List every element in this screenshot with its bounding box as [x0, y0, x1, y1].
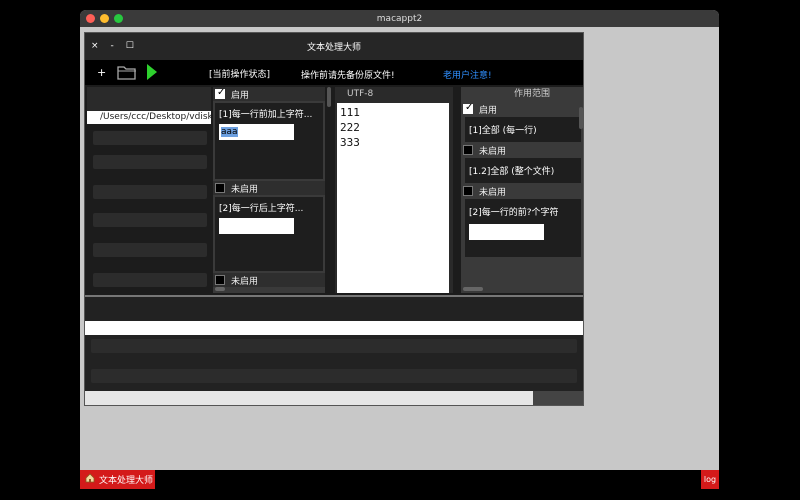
rule-1-input[interactable]: aaa	[219, 124, 294, 140]
list-item[interactable]	[93, 243, 207, 257]
traffic-lights	[86, 14, 123, 23]
minimize-window-icon[interactable]	[100, 14, 109, 23]
rule-1-state: 启用	[231, 90, 250, 101]
progress-fill	[85, 391, 534, 405]
mac-titlebar: macappt2	[80, 10, 719, 27]
rule-1-header: 启用	[213, 87, 325, 101]
rule-1-title: [1]每一行前加上字符...	[219, 110, 313, 120]
home-icon	[85, 473, 95, 486]
close-window-icon[interactable]	[86, 14, 95, 23]
scope-1-option[interactable]: [1]全部 (每一行)	[465, 117, 581, 142]
list-item[interactable]	[91, 339, 577, 353]
rule-2-title: [2]每一行后上字符...	[219, 204, 304, 214]
rules-horizontal-scrollbar[interactable]	[215, 287, 225, 291]
rule-1-input-value: aaa	[221, 127, 238, 137]
toolbar: + [当前操作状态] 操作前请先备份原文件! 老用户注意!	[85, 60, 583, 85]
rules-panel: 启用 [1]每一行前加上字符... aaa 未启用 [2]每一行后上字符... …	[213, 87, 325, 293]
preview-line: 111	[340, 106, 360, 119]
scope-3-header: 未启用	[461, 185, 583, 198]
app-maximize-button[interactable]: ☐	[126, 41, 134, 51]
preview-scrollbar[interactable]	[327, 87, 331, 107]
list-item[interactable]	[93, 185, 207, 199]
scope-2-checkbox[interactable]	[463, 145, 473, 155]
rule-1-box: [1]每一行前加上字符... aaa	[215, 103, 323, 179]
rule-1-checkbox[interactable]	[215, 87, 225, 99]
taskbar-app-label: 文本处理大师	[99, 476, 154, 486]
preview-panel: UTF-8 111 222 333	[327, 87, 453, 293]
scope-2-header: 未启用	[461, 144, 583, 157]
list-item[interactable]	[93, 155, 207, 169]
log-button[interactable]: log	[701, 470, 719, 489]
window-title: macappt2	[376, 13, 423, 24]
scope-3-state: 未启用	[479, 187, 507, 198]
scope-vertical-scrollbar[interactable]	[579, 107, 583, 129]
rule-3-checkbox[interactable]	[215, 275, 225, 285]
rule-2-state: 未启用	[231, 184, 259, 195]
encoding-label: UTF-8	[347, 89, 374, 99]
scope-2-state: 未启用	[479, 146, 507, 157]
scope-1-checkbox[interactable]	[463, 102, 473, 114]
backup-warning: 操作前请先备份原文件!	[301, 71, 395, 81]
taskbar: 文本处理大师 log	[80, 470, 719, 489]
add-file-button[interactable]: +	[97, 66, 106, 79]
rule-2-header: 未启用	[213, 181, 325, 195]
rule-3-state: 未启用	[231, 276, 259, 287]
mac-window: macappt2 × - ☐ 文本处理大师 + [当前操作状态] 操作前请先备份…	[80, 10, 719, 489]
scope-1-header: 启用	[461, 102, 583, 116]
list-item[interactable]	[93, 213, 207, 227]
scope-1-state: 启用	[479, 105, 498, 116]
operation-status: [当前操作状态]	[209, 70, 271, 80]
scope-3-checkbox[interactable]	[463, 186, 473, 196]
open-folder-icon[interactable]	[117, 64, 137, 83]
rule-2-input[interactable]	[219, 218, 294, 234]
file-list: /Users/ccc/Desktop/vdisk20	[87, 87, 211, 293]
rule-3-header: 未启用	[213, 273, 325, 287]
text-preview[interactable]: 111 222 333	[337, 103, 449, 293]
scope-3-box: [2]每一行的前?个字符	[465, 199, 581, 257]
file-list-header	[87, 87, 211, 111]
list-item[interactable]	[93, 131, 207, 145]
app-window: × - ☐ 文本处理大师 + [当前操作状态] 操作前请先备份原文件! 老用户注…	[84, 32, 584, 406]
scope-2-option[interactable]: [1.2]全部 (整个文件)	[465, 158, 581, 183]
scope-header: 作用范围	[513, 89, 550, 99]
app-close-button[interactable]: ×	[91, 41, 99, 51]
list-item[interactable]	[93, 273, 207, 287]
scope-panel: 作用范围 启用 [1]全部 (每一行) 未启用 [1.2]全部 (整个文件) 未…	[461, 87, 583, 293]
output-input[interactable]	[85, 321, 583, 335]
app-minimize-button[interactable]: -	[111, 41, 114, 51]
output-area	[85, 297, 583, 405]
scope-3-input[interactable]	[469, 224, 544, 240]
app-title: 文本处理大师	[306, 43, 361, 53]
run-play-icon[interactable]	[147, 64, 157, 80]
scope-horizontal-scrollbar[interactable]	[463, 287, 483, 291]
rule-2-checkbox[interactable]	[215, 183, 225, 193]
zoom-window-icon[interactable]	[114, 14, 123, 23]
scope-3-option[interactable]: [2]每一行的前?个字符	[469, 205, 577, 218]
list-item[interactable]	[91, 369, 577, 383]
rule-2-box: [2]每一行后上字符...	[215, 197, 323, 271]
preview-line: 333	[340, 136, 360, 149]
taskbar-app-button[interactable]: 文本处理大师	[80, 470, 155, 489]
progress-bar	[85, 391, 583, 405]
user-notice-link[interactable]: 老用户注意!	[443, 68, 492, 81]
app-titlebar: × - ☐ 文本处理大师	[85, 33, 583, 60]
preview-line: 222	[340, 121, 360, 134]
file-path-item[interactable]: /Users/ccc/Desktop/vdisk20	[87, 111, 211, 124]
